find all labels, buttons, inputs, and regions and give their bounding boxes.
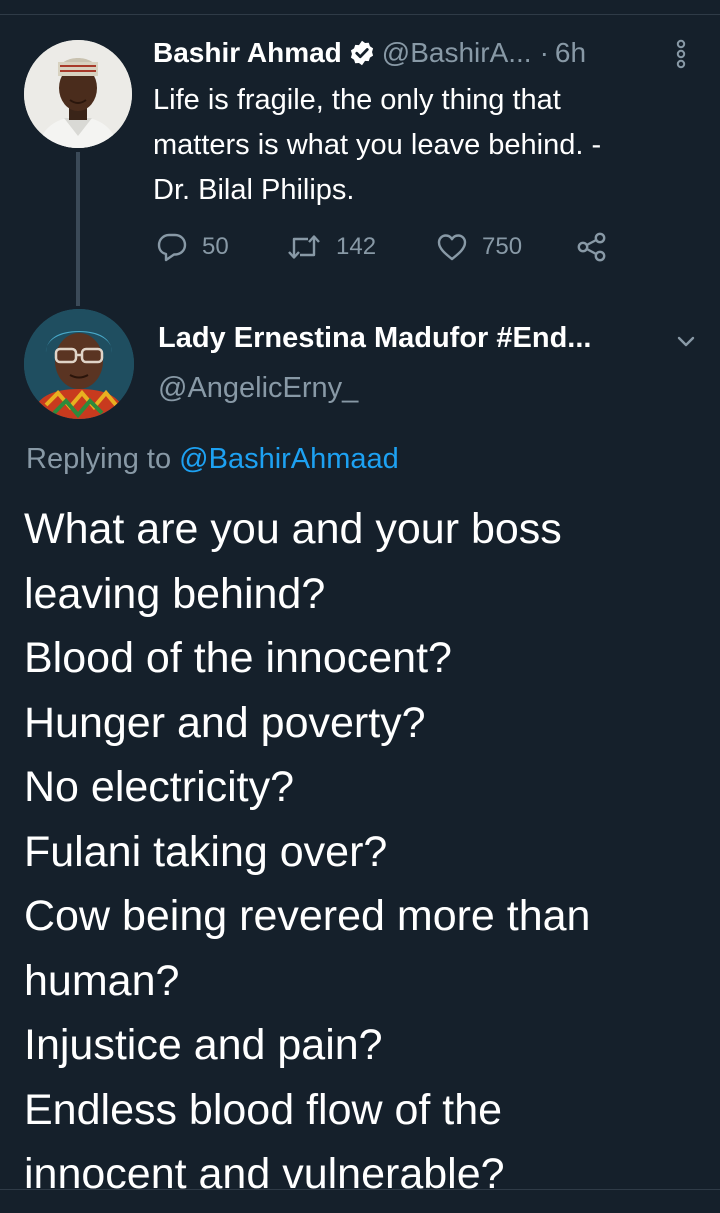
reply-button[interactable]: 50 — [156, 232, 286, 262]
tweet-text: What are you and your boss leaving behin… — [24, 497, 714, 1207]
tweet-text-line: leaving behind? — [24, 569, 326, 618]
more-vertical-icon[interactable] — [672, 38, 690, 70]
tweet-text-line: Hunger and poverty? — [24, 698, 426, 747]
bottom-divider — [0, 1189, 720, 1190]
thread-connector — [76, 152, 80, 306]
replying-prefix: Replying to — [26, 443, 172, 475]
reply-icon — [157, 233, 187, 262]
tweet-text-line: Endless blood flow of the — [24, 1085, 503, 1134]
tweet-time[interactable]: 6h — [555, 37, 586, 69]
tweet-header: Bashir Ahmad @BashirA... · 6h — [153, 32, 586, 74]
tweet-text-line: Life is fragile, the only thing that — [153, 84, 561, 116]
author-name[interactable]: Bashir Ahmad — [153, 37, 342, 69]
top-divider — [0, 14, 720, 15]
replying-to: Replying to @BashirAhmaad — [26, 443, 399, 476]
share-button[interactable] — [576, 231, 608, 263]
avatar-photo — [24, 309, 134, 419]
heart-icon — [437, 234, 467, 261]
like-count: 750 — [482, 233, 523, 260]
retweet-count: 142 — [336, 233, 377, 260]
tweet-text-line: matters is what you leave behind. - — [153, 129, 602, 161]
tweet-text-line: Injustice and pain? — [24, 1021, 383, 1069]
like-button[interactable]: 750 — [436, 232, 576, 262]
chevron-down-icon[interactable] — [676, 334, 696, 348]
tweet-text-line: Blood of the innocent? — [24, 634, 452, 682]
retweet-icon — [288, 235, 320, 259]
reply-count: 50 — [202, 233, 229, 260]
tweet-text-line: innocent and vulnerable? — [24, 1150, 505, 1198]
author-handle[interactable]: @AngelicErny_ — [158, 372, 358, 405]
tweet-text-line: What are you and your boss — [24, 505, 562, 553]
tweet-text-line: No electricity? — [24, 763, 295, 811]
author-name[interactable]: Lady Ernestina Madufor #End... — [158, 322, 591, 355]
share-icon — [577, 232, 606, 262]
tweet-text: Life is fragile, the only thing that mat… — [153, 78, 693, 213]
separator-dot: · — [539, 37, 549, 68]
tweet-actions: 50 142 750 — [156, 226, 608, 268]
replying-mention-link[interactable]: @BashirAhmaad — [179, 443, 399, 475]
tweet-text-line: Cow being revered more than — [24, 892, 591, 940]
avatar[interactable] — [24, 40, 132, 148]
author-handle[interactable]: @BashirA... — [382, 37, 532, 69]
verified-badge-icon — [348, 39, 376, 67]
tweet-text-line: Dr. Bilal Philips. — [153, 174, 355, 206]
tweet-text-line: Fulani taking over? — [24, 827, 388, 876]
avatar[interactable] — [24, 309, 134, 419]
retweet-button[interactable]: 142 — [286, 232, 436, 262]
tweet-text-line: human? — [24, 956, 180, 1005]
avatar-photo — [24, 40, 132, 148]
